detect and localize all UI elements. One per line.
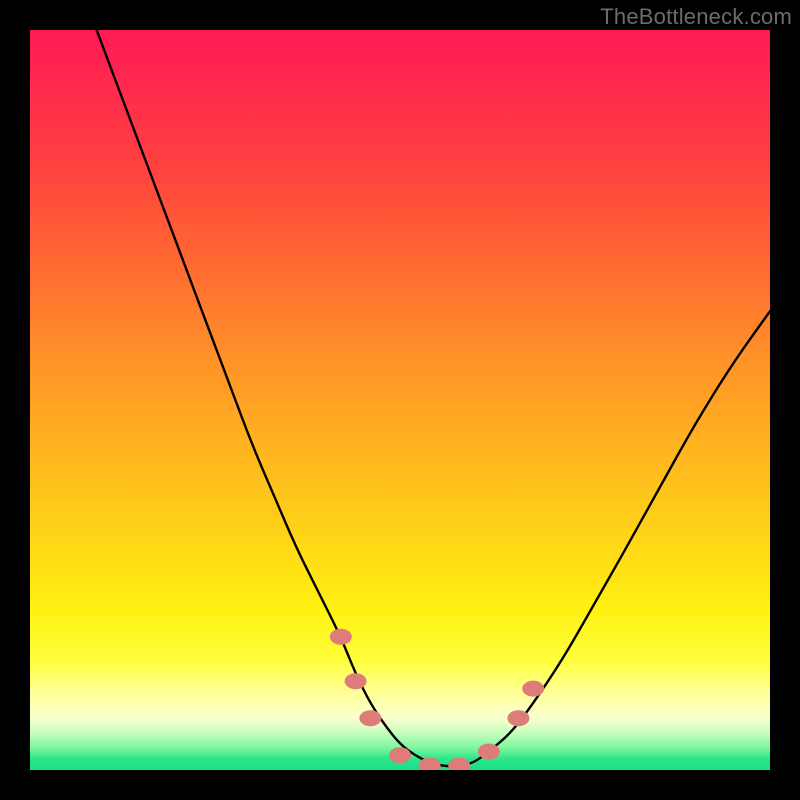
curve-marker xyxy=(389,747,411,763)
curve-svg xyxy=(30,30,770,770)
curve-marker xyxy=(345,673,367,689)
curve-marker xyxy=(448,758,470,770)
curve-marker xyxy=(359,710,381,726)
chart-frame: TheBottleneck.com xyxy=(0,0,800,800)
curve-marker xyxy=(330,629,352,645)
curve-marker xyxy=(419,758,441,770)
plot-area xyxy=(30,30,770,770)
attribution-text: TheBottleneck.com xyxy=(600,4,792,30)
curve-markers xyxy=(330,629,544,770)
curve-marker xyxy=(478,744,500,760)
curve-marker xyxy=(522,681,544,697)
curve-marker xyxy=(507,710,529,726)
bottleneck-curve xyxy=(97,30,770,766)
